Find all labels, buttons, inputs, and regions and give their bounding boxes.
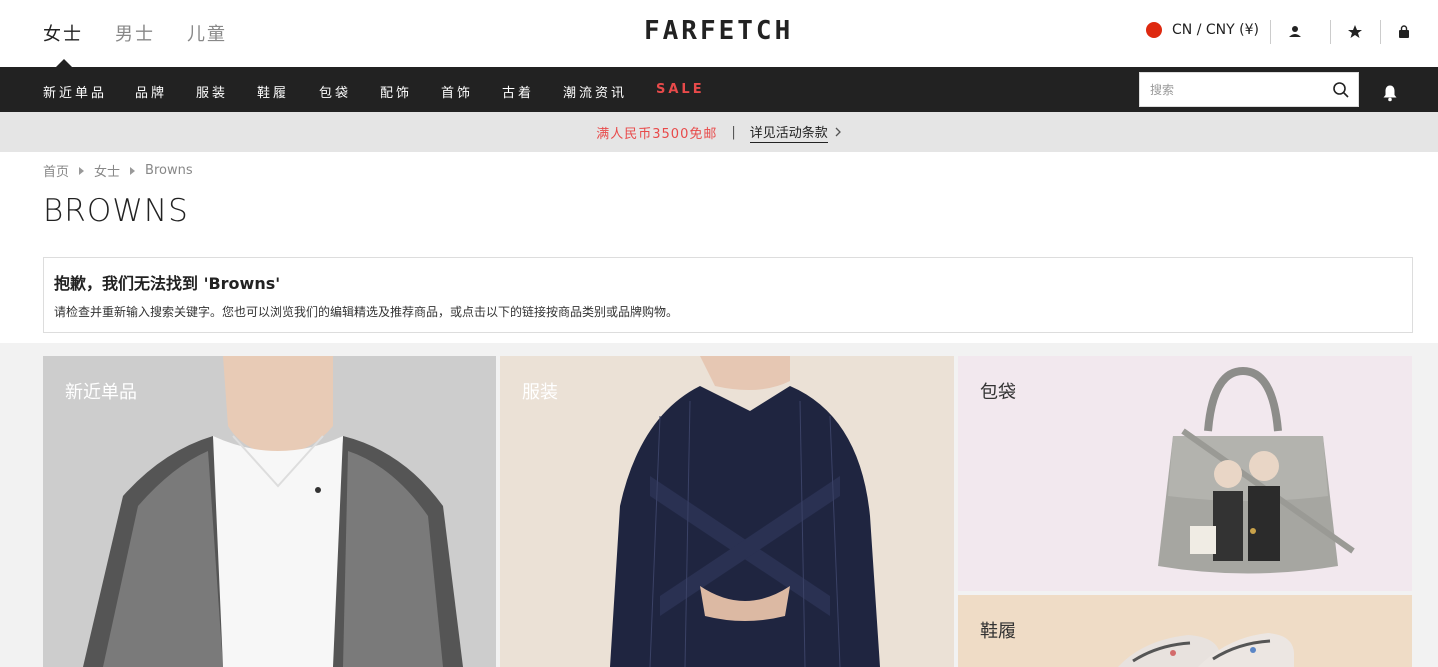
- tile-clothing-label: 服装: [522, 382, 558, 403]
- china-flag-icon: [1146, 22, 1162, 38]
- region-selector[interactable]: CN / CNY (¥): [1146, 22, 1259, 38]
- promo-terms-link[interactable]: 详见活动条款: [749, 122, 828, 143]
- chevron-right-icon: [835, 127, 841, 137]
- nav-item-jewellery[interactable]: 首饰: [441, 82, 473, 101]
- promo-separator: |: [731, 124, 736, 140]
- nav-item-bags[interactable]: 包袋: [319, 82, 351, 101]
- promo-text: 满人民币3500免邮: [596, 126, 718, 142]
- breadcrumb-women[interactable]: 女士: [94, 161, 120, 180]
- breadcrumb-arrow-icon: [130, 166, 136, 175]
- promo-banner: 满人民币3500免邮 | 详见活动条款: [0, 112, 1438, 152]
- nav-item-stories[interactable]: 潮流资讯: [563, 82, 627, 101]
- nav-item-sale[interactable]: SALE: [656, 82, 705, 97]
- header-divider: [1330, 20, 1331, 44]
- wishlist-star-icon[interactable]: [1345, 22, 1365, 42]
- notice-body: 请检查并重新输入搜索关键字。您也可以浏览我们的编辑精选及推荐商品，或点击以下的链…: [54, 305, 679, 319]
- tile-new-in[interactable]: 新近单品: [43, 356, 496, 667]
- search-input[interactable]: [1140, 73, 1320, 106]
- tile-clothing-image: [500, 356, 954, 667]
- tile-shoes-image: [958, 595, 1412, 667]
- nav-item-accessories[interactable]: 配饰: [380, 82, 412, 101]
- header-divider: [1380, 20, 1381, 44]
- header-divider: [1270, 20, 1271, 44]
- breadcrumb-current: Browns: [145, 163, 193, 178]
- search-icon[interactable]: [1332, 81, 1350, 99]
- page-title: BROWNS: [43, 193, 189, 229]
- tile-shoes-label: 鞋履: [980, 621, 1016, 642]
- active-tab-caret-icon: [56, 59, 72, 67]
- top-header: 女士 男士 儿童 FARFETCH CN / CNY (¥): [0, 0, 1438, 67]
- breadcrumb-home[interactable]: 首页: [43, 161, 69, 180]
- account-icon[interactable]: [1285, 22, 1305, 42]
- tile-bags-label: 包袋: [980, 382, 1016, 403]
- nav-item-new-in[interactable]: 新近单品: [43, 82, 107, 101]
- tile-clothing[interactable]: 服装: [500, 356, 954, 667]
- notification-bell-icon[interactable]: [1382, 84, 1398, 102]
- search-box[interactable]: [1139, 72, 1359, 107]
- farfetch-logo[interactable]: FARFETCH: [644, 16, 793, 46]
- nav-item-shoes[interactable]: 鞋履: [257, 82, 289, 101]
- nav-item-brands[interactable]: 品牌: [135, 82, 167, 101]
- tile-bags-image: [958, 356, 1412, 591]
- nav-item-vintage[interactable]: 古着: [502, 82, 534, 101]
- region-label: CN / CNY (¥): [1172, 22, 1259, 38]
- tile-bags[interactable]: 包袋: [958, 356, 1412, 591]
- tile-new-in-label: 新近单品: [65, 382, 137, 403]
- shopping-bag-icon[interactable]: [1394, 22, 1414, 42]
- gender-tab-men[interactable]: 男士: [115, 20, 155, 46]
- gender-tab-women[interactable]: 女士: [43, 20, 83, 46]
- nav-item-clothing[interactable]: 服装: [196, 82, 228, 101]
- notice-heading: 抱歉，我们无法找到 'Browns': [54, 274, 281, 293]
- tile-shoes[interactable]: 鞋履: [958, 595, 1412, 667]
- breadcrumb: 首页 女士 Browns: [43, 161, 193, 180]
- breadcrumb-arrow-icon: [79, 166, 85, 175]
- no-results-notice: 抱歉，我们无法找到 'Browns' 请检查并重新输入搜索关键字。您也可以浏览我…: [43, 257, 1413, 333]
- gender-tab-kids[interactable]: 儿童: [187, 20, 227, 46]
